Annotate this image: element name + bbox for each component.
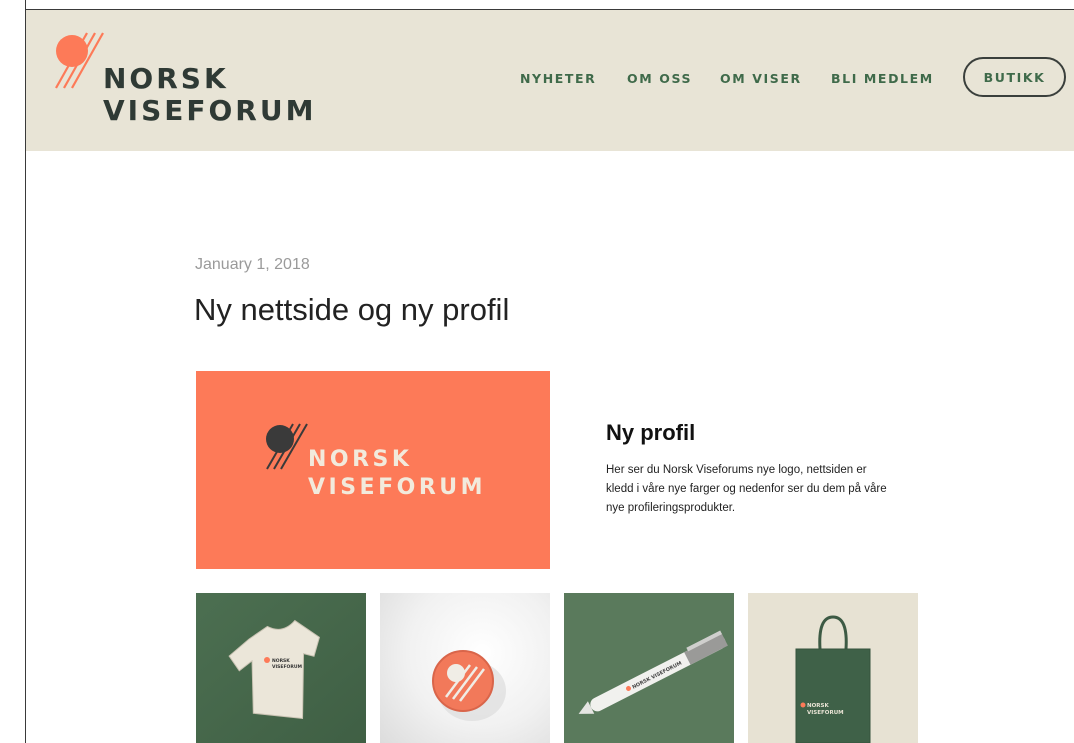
- tshirt-print-line-1: NORSK: [272, 658, 290, 664]
- gallery-item-badge[interactable]: [380, 593, 550, 743]
- profile-text: Her ser du Norsk Viseforums nye logo, ne…: [606, 464, 887, 514]
- main-nav: NYHETER OM OSS OM VISER BLI MEDLEM: [26, 10, 1074, 151]
- hero-logo-line-2: VISEFORUM: [308, 475, 487, 500]
- gallery-item-pen[interactable]: NORSK VISEFORUM: [564, 593, 734, 743]
- badge-icon: [432, 650, 506, 721]
- gallery-item-tshirt[interactable]: NORSK VISEFORUM: [196, 593, 366, 743]
- tote-bag-icon: NORSK VISEFORUM: [795, 615, 871, 743]
- shop-button[interactable]: BUTIKK: [963, 57, 1066, 97]
- tote-print-line-2: VISEFORUM: [807, 710, 844, 716]
- site-header: NORSK VISEFORUM NYHETER OM OSS OM VISER …: [26, 10, 1074, 151]
- nav-item-om-viser[interactable]: OM VISER: [720, 71, 802, 86]
- nav-item-bli-medlem[interactable]: BLI MEDLEM: [831, 71, 934, 86]
- post-date: January 1, 2018: [195, 256, 310, 273]
- pen-icon: NORSK VISEFORUM: [578, 630, 728, 714]
- profile-heading: Ny profil: [606, 420, 696, 445]
- tote-print-line-1: NORSK: [807, 703, 829, 709]
- gallery-item-tote-bag[interactable]: NORSK VISEFORUM: [748, 593, 918, 743]
- post-title: Ny nettside og ny profil: [194, 292, 510, 327]
- nav-item-nyheter[interactable]: NYHETER: [520, 71, 596, 86]
- hero-logo-image: NORSK VISEFORUM: [196, 371, 550, 569]
- tshirt-icon: NORSK VISEFORUM: [196, 593, 366, 743]
- hero-logo-text: NORSK VISEFORUM: [308, 446, 486, 502]
- tshirt-print-line-2: VISEFORUM: [272, 664, 302, 670]
- nav-item-om-oss[interactable]: OM OSS: [627, 71, 692, 86]
- hero-logo-line-1: NORSK: [308, 447, 413, 472]
